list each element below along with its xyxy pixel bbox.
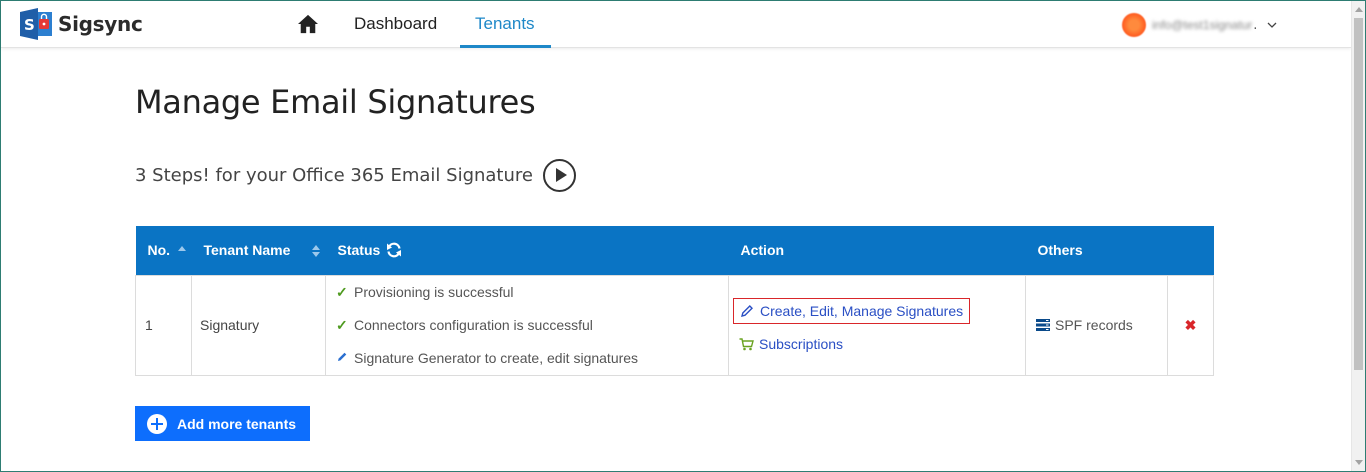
brand-logo[interactable]: S Sigsync [18, 8, 143, 40]
scroll-up-arrow-icon[interactable] [1355, 7, 1363, 12]
spf-records-link[interactable]: SPF records [1036, 317, 1133, 333]
nav-tenants-link[interactable]: Tenants [475, 14, 535, 34]
status-item: ✓ Provisioning is successful [336, 276, 728, 309]
scroll-down-arrow-icon[interactable] [1355, 460, 1363, 465]
sort-icon [312, 245, 321, 258]
create-edit-manage-signatures-link[interactable]: Create, Edit, Manage Signatures [733, 298, 971, 324]
steps-banner: 3 Steps! for your Office 365 Email Signa… [135, 159, 576, 192]
user-menu[interactable]: info@test1signatur . [1122, 13, 1277, 37]
table-header-row: No. Tenant Name Status Action Others [135, 226, 1214, 275]
steps-text: 3 Steps! for your Office 365 Email Signa… [135, 165, 533, 186]
column-header-status: Status [325, 226, 729, 275]
cell-no: 1 [135, 274, 192, 376]
user-email: info@test1signatur [1152, 18, 1253, 32]
top-navbar: S Sigsync Dashboard Tenants info@test1si… [1, 1, 1351, 48]
cell-tenant-name: Signatury [191, 274, 326, 376]
check-icon: ✓ [336, 283, 348, 300]
cell-others: SPF records [1025, 274, 1168, 376]
column-header-tenant-name[interactable]: Tenant Name [191, 226, 326, 275]
status-item: Signature Generator to create, edit sign… [336, 342, 728, 375]
check-icon: ✓ [336, 316, 348, 333]
status-text: Signature Generator to create, edit sign… [354, 350, 639, 366]
chevron-down-icon [1267, 22, 1277, 28]
add-more-tenants-button[interactable]: Add more tenants [135, 406, 310, 441]
column-header-no[interactable]: No. [135, 226, 192, 275]
column-header-action: Action [728, 226, 1026, 275]
brand-name: Sigsync [58, 12, 143, 36]
play-video-icon[interactable] [542, 159, 576, 192]
add-more-tenants-label: Add more tenants [177, 415, 297, 432]
column-header-status-label: Status [337, 242, 381, 259]
pencil-icon [741, 305, 753, 317]
cell-status: ✓ Provisioning is successful ✓ Connector… [325, 274, 729, 376]
tenants-table: No. Tenant Name Status Action Others 1 S… [135, 226, 1214, 376]
scroll-thumb[interactable] [1354, 18, 1363, 370]
column-header-delete [1167, 226, 1214, 275]
cell-delete: ✖ [1167, 274, 1214, 376]
column-header-others: Others [1025, 226, 1168, 275]
table-row: 1 Signatury ✓ Provisioning is successful… [135, 274, 1214, 376]
cell-action: Create, Edit, Manage Signatures Subscrip… [728, 274, 1026, 376]
status-text: Provisioning is successful [354, 284, 514, 300]
subscriptions-label: Subscriptions [759, 336, 844, 352]
refresh-icon[interactable] [386, 242, 402, 258]
home-icon[interactable] [297, 14, 319, 34]
plus-circle-icon [147, 413, 167, 434]
page-title: Manage Email Signatures [135, 83, 536, 121]
active-tab-indicator [460, 45, 551, 48]
svg-text:S: S [24, 16, 35, 34]
column-header-tenant-name-label: Tenant Name [203, 242, 291, 259]
sort-asc-icon [178, 246, 187, 252]
vertical-scrollbar[interactable] [1351, 1, 1365, 471]
spf-records-label: SPF records [1055, 316, 1133, 333]
avatar [1122, 13, 1146, 37]
sigsync-logo-icon: S [20, 8, 52, 40]
column-header-no-label: No. [147, 242, 171, 259]
user-email-ellipsis: . [1253, 17, 1258, 33]
delete-icon[interactable]: ✖ [1185, 317, 1197, 333]
cart-icon [739, 337, 754, 350]
manage-signatures-label: Create, Edit, Manage Signatures [760, 303, 964, 319]
pencil-icon [336, 350, 354, 366]
server-icon [1036, 318, 1050, 331]
subscriptions-link[interactable]: Subscriptions [739, 336, 1025, 352]
status-text: Connectors configuration is successful [354, 317, 593, 333]
status-item: ✓ Connectors configuration is successful [336, 309, 728, 342]
nav-dashboard-link[interactable]: Dashboard [354, 14, 437, 34]
